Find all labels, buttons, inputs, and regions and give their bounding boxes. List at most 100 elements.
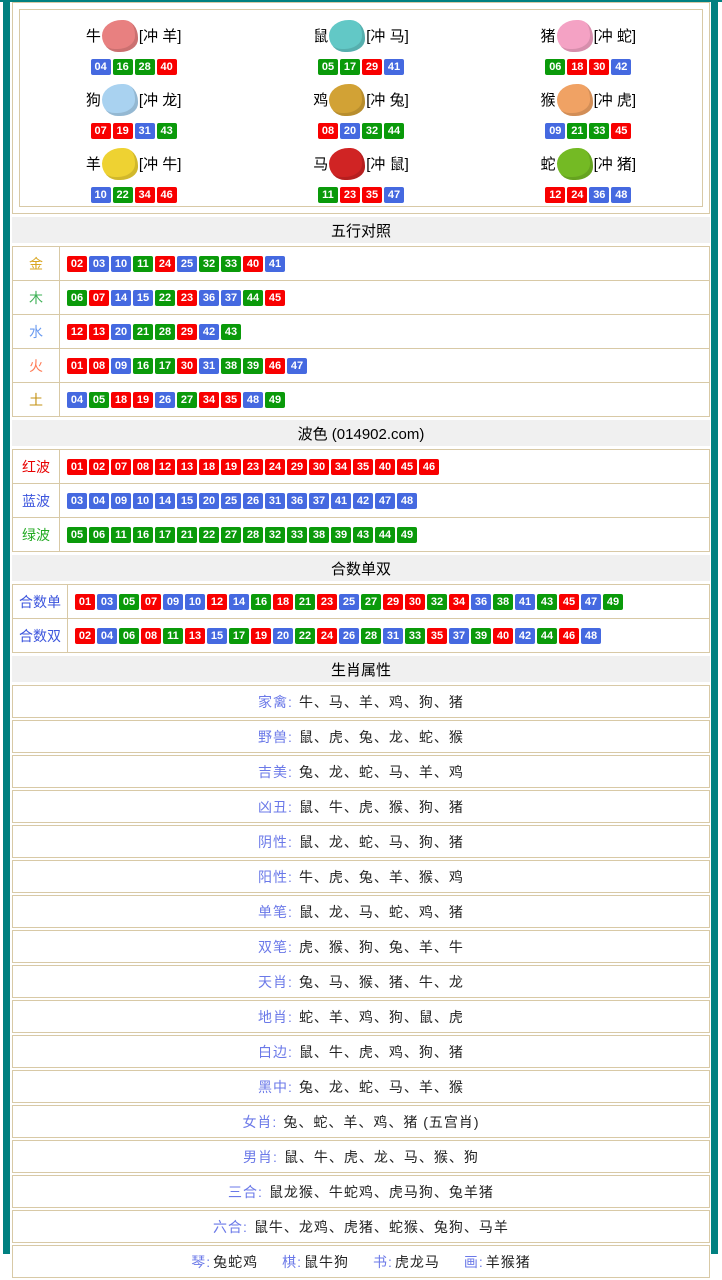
zodiac-cell-dog: 狗[冲 龙] 07193143	[20, 76, 247, 140]
wuxing-label-wood: 木	[13, 281, 60, 314]
shengxiao-row-label: 野兽:	[258, 727, 293, 747]
zodiac-clash-label: [冲 兔]	[366, 89, 409, 110]
number-ball-07: 07	[111, 459, 131, 475]
zodiac-numbers: 11233547	[318, 187, 404, 203]
number-ball-22: 22	[295, 628, 315, 644]
number-ball-20: 20	[199, 493, 219, 509]
number-ball-22: 22	[113, 187, 133, 203]
horse-icon	[329, 148, 365, 180]
number-ball-05: 05	[119, 594, 139, 610]
number-ball-02: 02	[89, 459, 109, 475]
heshu-numbers-even: 0204060811131517192022242628313335373940…	[68, 619, 601, 652]
monkey-icon	[557, 84, 593, 116]
shengxiao-row-value: 羊猴猪	[486, 1252, 531, 1272]
shengxiao-row-value: 兔、马、猴、猪、牛、龙	[299, 972, 464, 992]
shengxiao-row-yang: 阳性:牛、虎、兔、羊、猴、鸡	[12, 860, 710, 893]
shengxiao-row-value: 兔、蛇、羊、鸡、猪 (五宫肖)	[283, 1112, 479, 1132]
shengxiao-row-value: 兔、龙、蛇、马、羊、猴	[299, 1077, 464, 1097]
number-ball-05: 05	[67, 527, 87, 543]
shengxiao-row-label: 凶丑:	[258, 797, 293, 817]
zodiac-numbers: 08203244	[318, 123, 404, 139]
shengxiao-row-label: 吉美:	[258, 762, 293, 782]
number-ball-33: 33	[589, 123, 609, 139]
number-ball-36: 36	[199, 290, 219, 306]
shengxiao-row-value: 鼠、牛、虎、鸡、狗、猪	[299, 1042, 464, 1062]
number-ball-47: 47	[384, 187, 404, 203]
zodiac-clash-section: 牛[冲 羊] 04162840 鼠[冲 马] 05172941 猪[冲 蛇] 0…	[12, 2, 710, 214]
number-ball-33: 33	[287, 527, 307, 543]
number-ball-46: 46	[157, 187, 177, 203]
number-ball-14: 14	[111, 290, 131, 306]
number-ball-26: 26	[339, 628, 359, 644]
zodiac-name: 羊	[86, 153, 101, 174]
shengxiao-row-label: 家禽:	[258, 692, 293, 712]
number-ball-37: 37	[449, 628, 469, 644]
zodiac-clash-label: [冲 鼠]	[366, 153, 409, 174]
number-ball-09: 09	[163, 594, 183, 610]
rat-icon	[329, 20, 365, 52]
bose-numbers-green: 05061116172122272832333839434449	[60, 518, 417, 551]
shengxiao-row-value: 虎龙马	[395, 1252, 440, 1272]
zodiac-numbers: 10223446	[91, 187, 177, 203]
number-ball-22: 22	[199, 527, 219, 543]
wuxing-row: 水 1213202128294243	[13, 314, 709, 348]
number-ball-10: 10	[185, 594, 205, 610]
shengxiao-row-value: 鼠、虎、兔、龙、蛇、猴	[299, 727, 464, 747]
number-ball-45: 45	[265, 290, 285, 306]
number-ball-25: 25	[221, 493, 241, 509]
heshu-section-header: 合数单双	[12, 555, 710, 581]
shengxiao-row-yin: 阴性:鼠、龙、蛇、马、狗、猪	[12, 825, 710, 858]
number-ball-05: 05	[318, 59, 338, 75]
number-ball-19: 19	[251, 628, 271, 644]
number-ball-08: 08	[89, 358, 109, 374]
number-ball-10: 10	[111, 256, 131, 272]
zodiac-name: 牛	[86, 25, 101, 46]
rooster-icon	[329, 84, 365, 116]
shengxiao-row-lucky: 吉美:兔、龙、蛇、马、羊、鸡	[12, 755, 710, 788]
number-ball-16: 16	[251, 594, 271, 610]
shengxiao-row-label: 双笔:	[258, 937, 293, 957]
number-ball-41: 41	[384, 59, 404, 75]
number-ball-09: 09	[111, 358, 131, 374]
number-ball-02: 02	[67, 256, 87, 272]
number-ball-44: 44	[375, 527, 395, 543]
number-ball-12: 12	[67, 324, 87, 340]
number-ball-34: 34	[331, 459, 351, 475]
number-ball-18: 18	[111, 392, 131, 408]
number-ball-45: 45	[559, 594, 579, 610]
number-ball-09: 09	[111, 493, 131, 509]
number-ball-23: 23	[177, 290, 197, 306]
zodiac-clash-label: [冲 羊]	[139, 25, 182, 46]
zodiac-numbers: 07193143	[91, 123, 177, 139]
zodiac-name: 鼠	[313, 25, 328, 46]
number-ball-27: 27	[361, 594, 381, 610]
number-ball-34: 34	[449, 594, 469, 610]
number-ball-43: 43	[353, 527, 373, 543]
number-ball-21: 21	[295, 594, 315, 610]
number-ball-13: 13	[177, 459, 197, 475]
number-ball-29: 29	[362, 59, 382, 75]
number-ball-06: 06	[89, 527, 109, 543]
wuxing-numbers: 04051819262734354849	[60, 383, 285, 416]
bose-row: 绿波 05061116172122272832333839434449	[13, 517, 709, 551]
number-ball-47: 47	[581, 594, 601, 610]
number-ball-13: 13	[185, 628, 205, 644]
number-ball-17: 17	[340, 59, 360, 75]
wuxing-numbers: 1213202128294243	[60, 315, 241, 348]
number-ball-46: 46	[419, 459, 439, 475]
shengxiao-row-liuhe: 六合:鼠牛、龙鸡、虎猪、蛇猴、兔狗、马羊	[12, 1210, 710, 1243]
shengxiao-row-sanhe: 三合:鼠龙猴、牛蛇鸡、虎马狗、兔羊猪	[12, 1175, 710, 1208]
number-ball-41: 41	[331, 493, 351, 509]
shengxiao-row-value: 鼠牛、龙鸡、虎猪、蛇猴、兔狗、马羊	[254, 1217, 509, 1237]
zodiac-name: 马	[313, 153, 328, 174]
number-ball-07: 07	[91, 123, 111, 139]
wuxing-row: 木 06071415222336374445	[13, 280, 709, 314]
number-ball-01: 01	[67, 459, 87, 475]
shengxiao-row-label: 单笔:	[258, 902, 293, 922]
number-ball-28: 28	[243, 527, 263, 543]
shengxiao-row-value: 兔蛇鸡	[213, 1252, 258, 1272]
shengxiao-row-label: 画:	[464, 1252, 484, 1272]
wuxing-numbers: 0108091617303138394647	[60, 349, 307, 382]
wuxing-label-gold: 金	[13, 247, 60, 280]
shengxiao-row-value: 牛、虎、兔、羊、猴、鸡	[299, 867, 464, 887]
